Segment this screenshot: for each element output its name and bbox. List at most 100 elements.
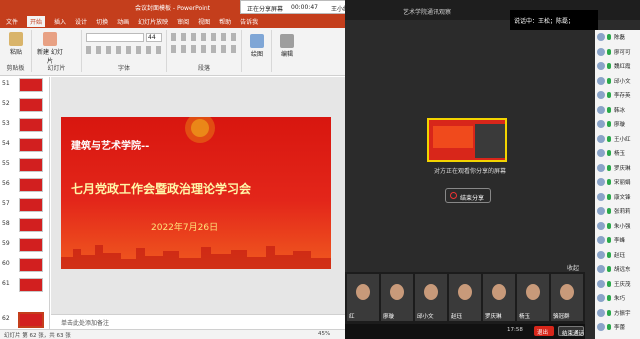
drawing-button[interactable]: 绘图	[245, 34, 269, 58]
participant-item[interactable]: 杨玉	[595, 146, 640, 160]
slide-thumbnail-selected[interactable]: 62	[2, 312, 48, 329]
avatar	[597, 221, 605, 230]
alignment-buttons-row[interactable]	[171, 45, 237, 53]
participant-item[interactable]: 韩冰	[595, 103, 640, 117]
participant-name: 宋丽娟	[614, 180, 631, 186]
leave-button[interactable]: 退出	[534, 326, 554, 336]
tab-insert[interactable]: 插入	[54, 17, 66, 26]
participant-item[interactable]: 李存英	[595, 88, 640, 102]
shapes-icon	[250, 34, 264, 48]
slide-thumbnail[interactable]: 52	[2, 98, 48, 114]
participant-item[interactable]: 罗庆琳	[595, 161, 640, 175]
participant-item[interactable]: 方振宇	[595, 306, 640, 320]
avatar	[597, 149, 605, 157]
avatar	[597, 163, 605, 172]
preview-panel	[475, 124, 505, 158]
zoom-level[interactable]: 45%	[318, 331, 330, 337]
tab-slideshow[interactable]: 幻灯片放映	[138, 17, 168, 26]
participant-item[interactable]: 邱小文	[595, 74, 640, 88]
slide-thumbnail[interactable]: 55	[2, 158, 48, 174]
collapse-button[interactable]: 收起	[567, 263, 579, 272]
participant-name: 张莉莉	[614, 209, 631, 215]
participant-name: 康文锋	[614, 194, 631, 201]
microphone-icon	[607, 135, 611, 142]
participant-item[interactable]: 李峰	[595, 233, 640, 247]
notes-pane[interactable]: 单击此处添加备注	[51, 314, 345, 329]
share-status: 正在分享屏幕	[247, 6, 284, 13]
microphone-icon	[607, 34, 611, 40]
slide-thumbnail[interactable]: 59	[2, 238, 48, 254]
video-thumbnail[interactable]: 红	[347, 274, 379, 321]
tab-animations[interactable]: 动画	[117, 17, 129, 26]
participant-item[interactable]: 宋丽娟	[595, 175, 640, 189]
participant-item[interactable]: 王小红	[595, 132, 640, 146]
slide-counter: 幻灯片 第 62 张，共 63 张	[4, 333, 71, 339]
slide-thumbnail[interactable]: 53	[2, 118, 48, 134]
paragraph-group: 段落	[167, 30, 242, 72]
stop-share-button[interactable]: 结束分享	[445, 188, 491, 203]
microphone-icon	[607, 48, 611, 55]
microphone-icon	[607, 324, 611, 330]
participant-item[interactable]: 李蕾	[595, 320, 640, 334]
participant-item[interactable]: 朱巧	[595, 291, 640, 305]
participant-item[interactable]: 廖璇	[595, 117, 640, 131]
slide-editor: 建筑与艺术学院-- 七月党政工作会暨政治理论学习会 2022年7月26日	[51, 77, 345, 314]
font-size-box[interactable]: 44	[146, 33, 162, 42]
participant-item[interactable]: 魏红霞	[595, 59, 640, 73]
tab-view[interactable]: 视图	[198, 17, 210, 26]
new-slide-button[interactable]: 新建 幻灯片	[36, 32, 64, 65]
current-slide[interactable]: 建筑与艺术学院-- 七月党政工作会暨政治理论学习会 2022年7月26日	[61, 117, 331, 269]
slide-thumbnail[interactable]: 60	[2, 258, 48, 274]
participant-name: 李蕾	[614, 325, 626, 331]
video-thumbnail[interactable]: 杨玉	[517, 274, 549, 321]
video-thumbnail[interactable]: 罗庆琳	[483, 274, 515, 321]
end-call-button[interactable]: 结束通话	[558, 326, 584, 337]
slide-thumbnail[interactable]: 51	[2, 78, 48, 94]
slide-thumbnail[interactable]: 61	[2, 278, 48, 294]
meeting-control-bar: 17:58 退出 结束通话	[345, 324, 585, 339]
participant-item[interactable]: 王庆茂	[595, 277, 640, 291]
font-name-box[interactable]	[86, 33, 144, 42]
power-icon	[450, 192, 457, 199]
microphone-icon	[607, 266, 611, 272]
participant-item[interactable]: 胡远东	[595, 262, 640, 276]
participant-item[interactable]: 廖可可	[595, 45, 640, 59]
participant-item[interactable]: 陈磊	[595, 30, 640, 44]
participant-name: 廖可可	[614, 49, 631, 56]
participant-item[interactable]: 朱小强	[595, 219, 640, 233]
video-thumbnail[interactable]: 骆冠群	[551, 274, 583, 321]
format-buttons-row[interactable]	[86, 46, 162, 54]
tab-home[interactable]: 开始	[27, 16, 46, 27]
tell-me-search[interactable]: 告诉我	[240, 17, 258, 26]
clipboard-group: 粘贴 剪贴板	[0, 30, 32, 72]
slide-thumbnails-pane: 51 52 53 54 55 56 57 58 59 60 61 62	[0, 77, 50, 329]
participant-item[interactable]: 张莉莉	[595, 204, 640, 218]
new-slide-icon	[43, 32, 57, 46]
clipboard-icon	[9, 32, 23, 46]
video-thumbnail[interactable]: 赵珏	[449, 274, 481, 321]
slide-thumbnail[interactable]: 57	[2, 198, 48, 214]
tab-help[interactable]: 帮助	[219, 17, 231, 26]
microphone-icon	[607, 106, 611, 113]
slides-group: 新建 幻灯片 幻灯片	[32, 30, 82, 72]
slide-thumbnail[interactable]: 54	[2, 138, 48, 154]
slide-thumbnail[interactable]: 58	[2, 218, 48, 234]
video-thumbnail[interactable]: 廖璇	[381, 274, 413, 321]
participant-item[interactable]: 康文锋	[595, 190, 640, 204]
tab-review[interactable]: 审阅	[177, 17, 189, 26]
video-thumbnail[interactable]: 邱小文	[415, 274, 447, 321]
avatar	[597, 120, 605, 128]
avatar	[597, 236, 605, 244]
tab-design[interactable]: 设计	[75, 17, 87, 26]
tab-transitions[interactable]: 切换	[96, 17, 108, 26]
microphone-icon	[607, 92, 611, 98]
slide-thumbnail[interactable]: 56	[2, 178, 48, 194]
share-timer: 00:00:47	[291, 4, 318, 11]
tab-file[interactable]: 文件	[6, 17, 18, 26]
shared-screen-preview[interactable]	[427, 118, 507, 162]
edit-button[interactable]: 编辑	[275, 34, 299, 58]
participant-name: 李存英	[614, 93, 631, 99]
paste-button[interactable]: 粘贴	[4, 32, 28, 56]
participant-item[interactable]: 赵珏	[595, 248, 640, 262]
paragraph-buttons-row[interactable]	[171, 33, 237, 41]
